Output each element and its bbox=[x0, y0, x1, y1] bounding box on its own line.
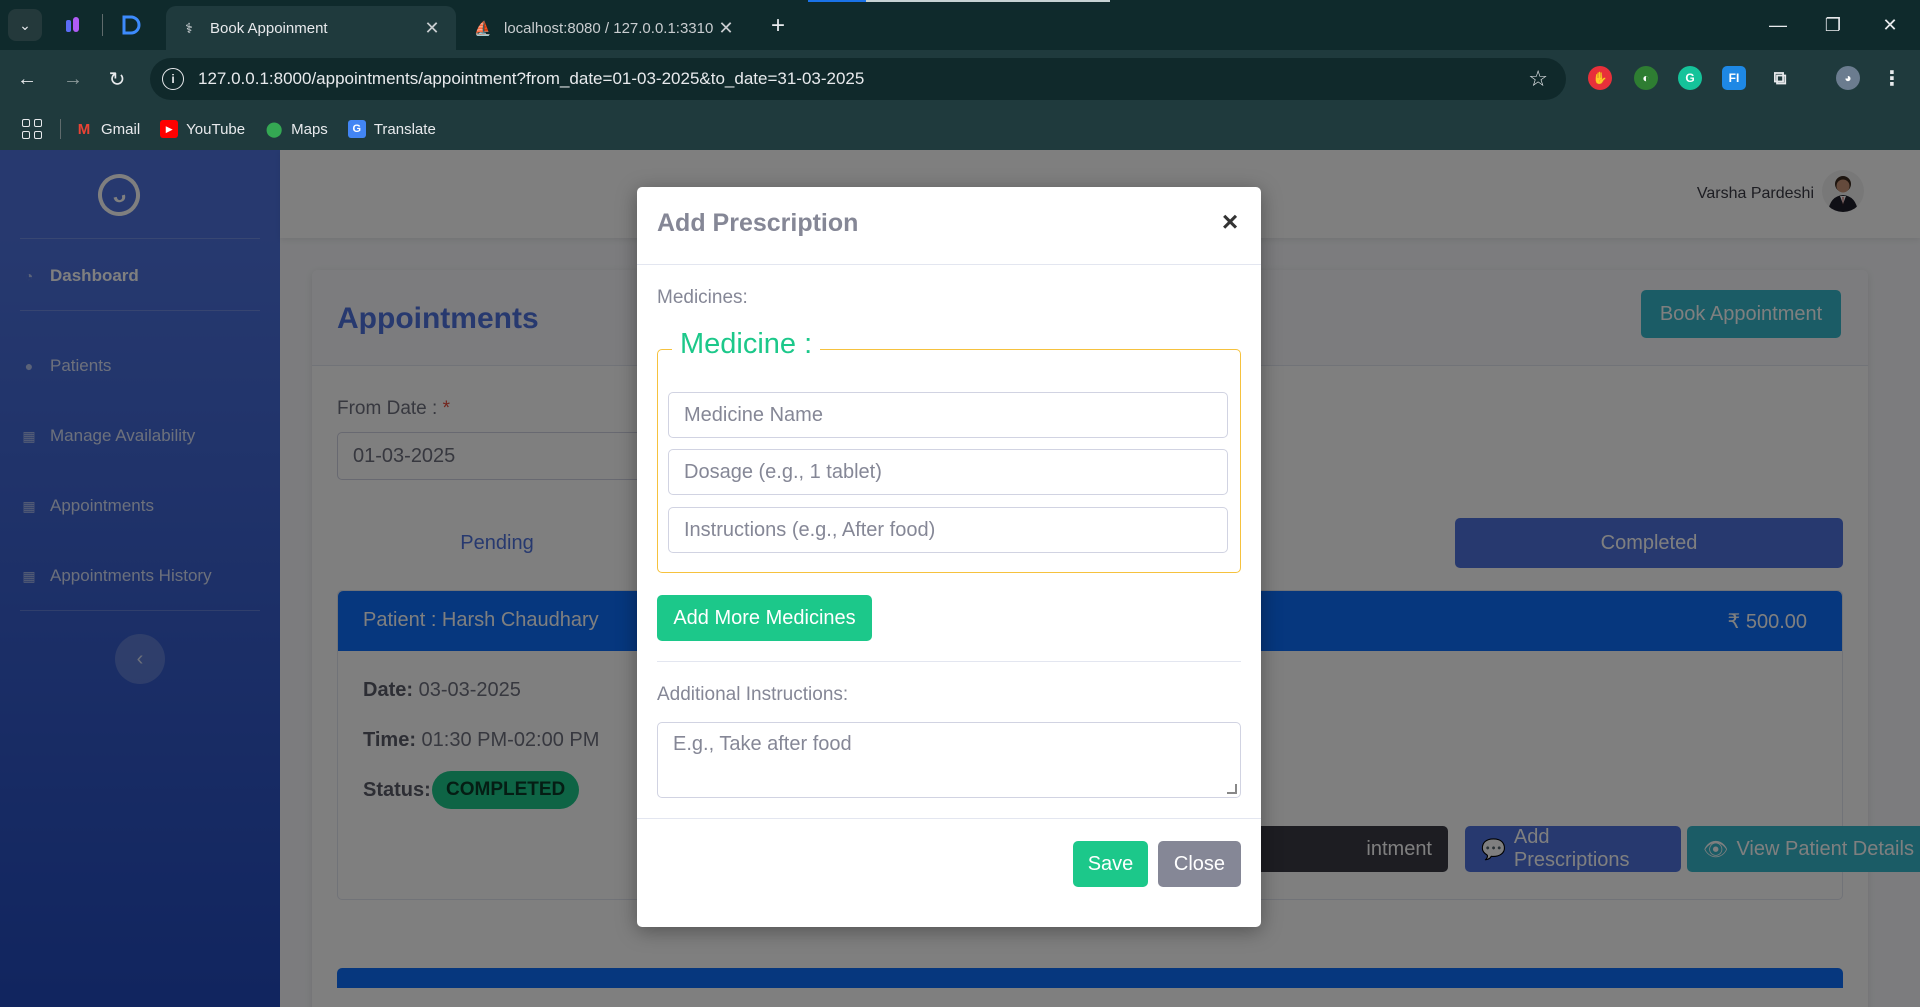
forward-arrow-icon[interactable]: → bbox=[56, 62, 90, 96]
pinned-app-icon[interactable] bbox=[62, 14, 84, 36]
tab-close-icon[interactable]: ✕ bbox=[716, 18, 736, 39]
page-loading-bar bbox=[808, 0, 1110, 2]
tab-book-appointment[interactable]: ⚕ Book Appoinment ✕ bbox=[166, 6, 456, 50]
window-close-icon[interactable]: ✕ bbox=[1870, 10, 1910, 40]
minimize-icon[interactable]: — bbox=[1758, 10, 1798, 40]
additional-instructions-label: Additional Instructions: bbox=[657, 684, 849, 705]
bookmarks-bar: M Gmail ▶ YouTube ⬤ Maps G Translate bbox=[0, 108, 1920, 150]
add-more-medicines-button[interactable]: Add More Medicines bbox=[657, 595, 872, 641]
bookmark-label: Translate bbox=[373, 120, 436, 138]
medicine-fieldset: Medicine : Medicine Name Dosage (e.g., 1… bbox=[657, 328, 1241, 573]
additional-instructions-textarea[interactable]: E.g., Take after food bbox=[657, 722, 1241, 798]
add-prescription-modal: Add Prescription × Medicines: Medicine :… bbox=[637, 187, 1261, 927]
gmail-icon: M bbox=[77, 120, 91, 138]
new-tab-button[interactable]: + bbox=[764, 12, 792, 40]
bookmark-gmail[interactable]: M Gmail bbox=[75, 120, 140, 138]
tab-phpmyadmin[interactable]: ⛵ localhost:8080 / 127.0.0.1:3310 ✕ bbox=[460, 6, 750, 50]
pinned-d-icon[interactable] bbox=[120, 14, 142, 36]
close-icon[interactable]: × bbox=[1215, 206, 1245, 237]
textarea-placeholder: E.g., Take after food bbox=[673, 733, 852, 755]
youtube-icon: ▶ bbox=[160, 120, 179, 138]
page-viewport: ᴗ ◔ Dashboard ● Patients ▦ Manage Availa… bbox=[0, 150, 1920, 1007]
back-arrow-icon[interactable]: ← bbox=[10, 62, 44, 96]
tab-title: localhost:8080 / 127.0.0.1:3310 bbox=[504, 19, 714, 37]
medicine-name-input[interactable]: Medicine Name bbox=[668, 392, 1228, 438]
phpmyadmin-favicon-icon: ⛵ bbox=[474, 19, 492, 36]
extension-fi-icon[interactable]: FI bbox=[1722, 66, 1746, 90]
tab-close-icon[interactable]: ✕ bbox=[422, 18, 442, 39]
tab-title: Book Appoinment bbox=[210, 19, 328, 37]
reload-icon[interactable]: ↻ bbox=[100, 62, 134, 96]
browser-toolbar: ← → ↻ i 127.0.0.1:8000/appointments/appo… bbox=[0, 50, 1920, 108]
apps-grid-icon[interactable] bbox=[22, 119, 42, 139]
modal-title: Add Prescription bbox=[657, 209, 859, 237]
grammarly-icon[interactable]: G bbox=[1678, 66, 1702, 90]
translate-icon: G bbox=[347, 120, 366, 138]
extensions-puzzle-icon[interactable]: ⧉ bbox=[1768, 66, 1792, 90]
bookmark-label: YouTube bbox=[186, 120, 246, 138]
bookmark-youtube[interactable]: ▶ YouTube bbox=[160, 120, 245, 138]
close-button[interactable]: Close bbox=[1158, 841, 1241, 887]
site-info-icon[interactable]: i bbox=[162, 68, 184, 90]
resize-handle-icon[interactable] bbox=[1227, 784, 1237, 794]
save-button[interactable]: Save bbox=[1073, 841, 1148, 887]
extension-stop-icon[interactable]: ✋ bbox=[1588, 66, 1612, 90]
bookmark-translate[interactable]: G Translate bbox=[347, 120, 436, 138]
profile-avatar-icon[interactable]: ◕ bbox=[1836, 66, 1860, 90]
instructions-input[interactable]: Instructions (e.g., After food) bbox=[668, 507, 1228, 553]
dosage-input[interactable]: Dosage (e.g., 1 tablet) bbox=[668, 449, 1228, 495]
tab-search-button[interactable]: ⌄ bbox=[8, 9, 42, 41]
browser-tabstrip: ⌄ ⚕ Book Appoinment ✕ ⛵ localhost:8080 /… bbox=[0, 0, 1920, 50]
divider bbox=[657, 661, 1241, 662]
browser-menu-icon[interactable]: ⋮ bbox=[1880, 66, 1904, 90]
medicines-label: Medicines: bbox=[657, 287, 748, 308]
bookmark-label: Maps bbox=[291, 120, 328, 138]
address-bar[interactable]: i 127.0.0.1:8000/appointments/appointmen… bbox=[150, 58, 1566, 100]
maps-pin-icon: ⬤ bbox=[265, 121, 283, 138]
bookmark-star-icon[interactable]: ☆ bbox=[1528, 66, 1548, 92]
extension-person-icon[interactable]: ◐ bbox=[1634, 66, 1658, 90]
url-text[interactable]: 127.0.0.1:8000/appointments/appointment?… bbox=[198, 69, 1528, 89]
medicine-legend: Medicine : bbox=[672, 328, 821, 361]
modal-footer-divider bbox=[637, 818, 1261, 819]
doctor-favicon-icon: ⚕ bbox=[185, 19, 193, 36]
modal-header: Add Prescription × bbox=[637, 187, 1261, 265]
restore-icon[interactable]: ❐ bbox=[1813, 10, 1853, 40]
bookmark-maps[interactable]: ⬤ Maps bbox=[265, 120, 328, 139]
bookmark-label: Gmail bbox=[101, 120, 141, 138]
